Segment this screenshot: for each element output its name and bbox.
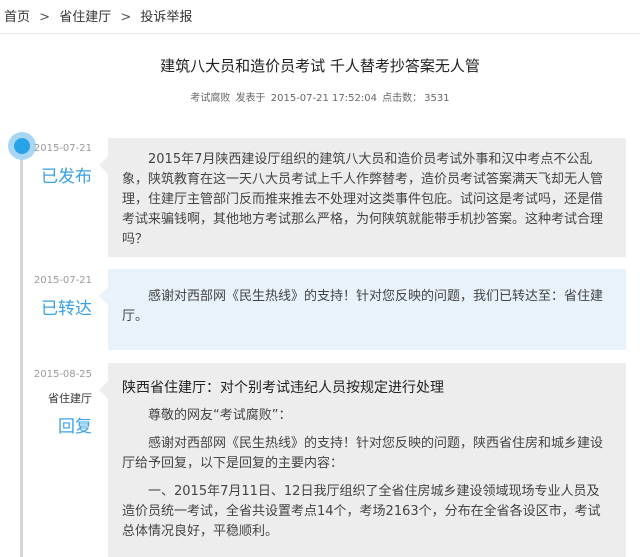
posted-time: 2015-07-21 17:52:04 [270, 93, 377, 104]
clicks-label: 点击数： [382, 93, 423, 104]
forward-notice: 感谢对西部网《民生热线》的支持！针对您反映的问题，我们已转达至：省住建厅。 [99, 269, 626, 350]
reply-title: 陕西省住建厅：对个别考试违纪人员按规定进行处理 [122, 380, 444, 396]
complaint-text: 2015年7月陕西建设厅组织的建筑八大员和造价员考试外事和汉中考点不公乱象，陕筑… [122, 152, 604, 247]
timeline-status: 回复 [58, 417, 92, 437]
reply-paragraph: 感谢对西部网《民生热线》的支持！针对您反映的问题，陕西省住房和城乡建设厅给予回复… [122, 436, 604, 471]
timeline-date: 2015-07-21 [33, 275, 92, 286]
breadcrumb-separator: > [39, 10, 51, 25]
forward-text: 感谢对西部网《民生热线》的支持！针对您反映的问题，我们已转达至：省住建厅。 [122, 289, 604, 324]
breadcrumb-category-link[interactable]: 投诉举报 [140, 10, 192, 25]
complaint-content: 2015年7月陕西建设厅组织的建筑八大员和造价员考试外事和汉中考点不公乱象，陕筑… [99, 138, 626, 257]
timeline-line [20, 150, 23, 557]
author-name: 考试腐败 [190, 93, 231, 104]
article-meta: 考试腐败 发表于 2015-07-21 17:52:04 点击数： 3531 [0, 89, 640, 104]
header-divider [0, 33, 640, 34]
official-reply: 陕西省住建厅：对个别考试违纪人员按规定进行处理 尊敬的网友“考试腐败”： 感谢对… [99, 363, 626, 557]
reply-department: 省住建厅 [48, 392, 92, 405]
timeline-status: 已转达 [41, 299, 92, 319]
reply-paragraph: 一、2015年7月11日、12日我厅组织了全省住房城乡建设领域现场专业人员及造价… [122, 484, 601, 539]
breadcrumb-separator: > [120, 10, 132, 25]
breadcrumb-home-link[interactable]: 首页 [4, 10, 30, 25]
timeline-date: 2015-08-25 [33, 369, 92, 380]
reply-paragraph: 尊敬的网友“考试腐败”： [148, 408, 292, 423]
clicks-count: 3531 [424, 93, 450, 104]
timeline-marker-center [14, 138, 30, 154]
posted-label: 发表于 [235, 93, 266, 104]
page-title: 建筑八大员和造价员考试 千人替考抄答案无人管 [160, 57, 480, 75]
breadcrumb-dept-link[interactable]: 省住建厅 [59, 10, 111, 25]
timeline-date: 2015-07-21 [33, 143, 92, 154]
timeline-status: 已发布 [41, 167, 92, 187]
breadcrumb: 首页 > 省住建厅 > 投诉举报 [4, 6, 192, 25]
